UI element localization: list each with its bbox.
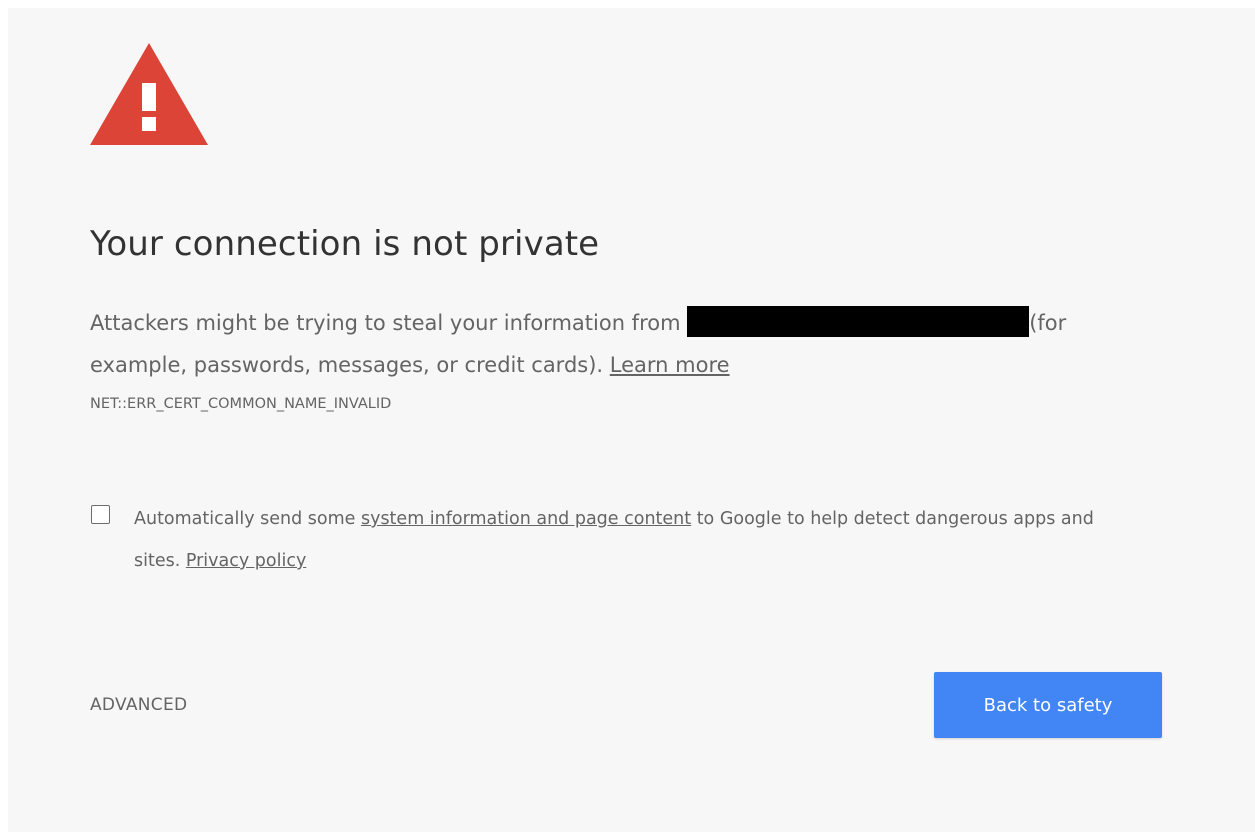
system-info-link[interactable]: system information and page content [361,509,691,529]
back-to-safety-button[interactable]: Back to safety [934,672,1162,738]
optin-text: Automatically send some system informati… [134,498,1114,582]
send-info-checkbox[interactable] [91,505,110,524]
interstitial-page: Your connection is not private Attackers… [8,8,1255,832]
optin-text-part1: Automatically send some [134,509,361,529]
advanced-button[interactable]: ADVANCED [90,695,187,715]
privacy-policy-link[interactable]: Privacy policy [186,551,306,571]
warning-triangle-icon [90,43,208,145]
main-message: Attackers might be trying to steal your … [90,302,1170,386]
error-code: NET::ERR_CERT_COMMON_NAME_INVALID [90,396,392,412]
redacted-site-name [687,306,1030,337]
page-title: Your connection is not private [90,224,600,264]
learn-more-link[interactable]: Learn more [610,353,730,377]
message-text: Attackers might be trying to steal your … [90,311,688,335]
